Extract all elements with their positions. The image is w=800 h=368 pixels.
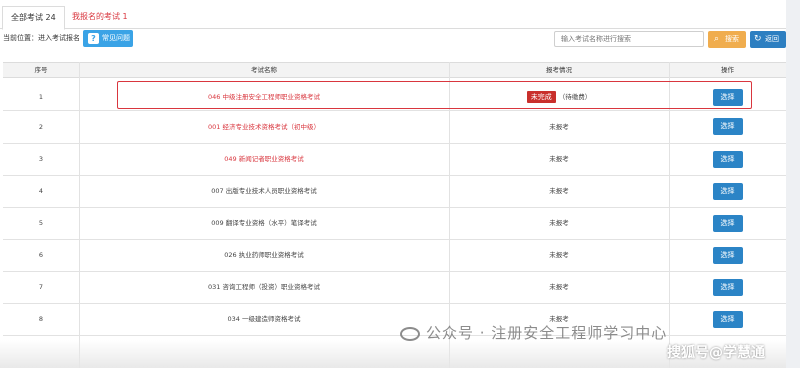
header-exam-name: 考试名称 [251, 66, 277, 74]
row-index: 8 [38, 315, 44, 323]
action-cell: 选择 [669, 244, 786, 264]
exam-registration-panel: 全部考试 24 我报名的考试 1 当前位置：进入考试报名 ? 常见问题 ⌕ 搜索… [0, 0, 786, 368]
exam-name: 031 咨询工程师（投资）职业资格考试 [208, 283, 320, 291]
tab-all-exams[interactable]: 全部考试 24 [2, 6, 65, 30]
action-cell: 选择 [669, 148, 786, 168]
status-text: 未报考 [549, 219, 569, 227]
back-button-label: 返回 [765, 35, 779, 43]
table-row: 2 001 经济专业技术资格考试（初中级） 未报考 选择 [3, 111, 786, 144]
tab-my-exams[interactable]: 我报名的考试 1 [64, 6, 136, 28]
help-icon: ? [88, 33, 99, 44]
watermark-sohu: 搜狐号@学慧通 [667, 345, 765, 361]
status-text: 未报考 [549, 123, 569, 131]
watermark-text-1: 公众号 · 注册安全工程师学习中心 [426, 324, 668, 342]
select-button[interactable]: 选择 [712, 311, 743, 328]
select-button[interactable]: 选择 [712, 183, 743, 200]
table-row: 6 026 执业药师职业资格考试 未报考 选择 [3, 240, 786, 272]
select-button[interactable]: 选择 [712, 215, 743, 232]
search-input[interactable] [554, 31, 704, 47]
row-index: 3 [38, 155, 44, 163]
help-button-label: 常见问题 [102, 34, 130, 42]
row-index: 2 [38, 123, 44, 131]
action-cell: 选择 [669, 115, 786, 135]
action-cell: 选择 [669, 308, 786, 328]
header-action: 操作 [721, 66, 734, 74]
search-icon: ⌕ [714, 34, 720, 44]
table-row: 7 031 咨询工程师（投资）职业资格考试 未报考 选择 [3, 272, 786, 304]
select-button[interactable]: 选择 [712, 247, 743, 264]
search-button-label: 搜索 [725, 35, 739, 43]
table-row: 3 049 新闻记者职业资格考试 未报考 选择 [3, 144, 786, 176]
refresh-icon: ↻ [754, 34, 762, 44]
table-row: 8 034 一级建造师资格考试 未报考 选择 [3, 304, 786, 336]
exam-name: 009 翻译专业资格（水平）笔译考试 [211, 219, 317, 227]
scrollbar[interactable] [786, 0, 800, 368]
row-index: 4 [38, 187, 44, 195]
row-index: 7 [38, 283, 44, 291]
back-button[interactable]: ↻ 返回 [750, 31, 786, 48]
status-text: 未报考 [549, 187, 569, 195]
select-button[interactable]: 选择 [712, 279, 743, 296]
action-cell: 选择 [669, 212, 786, 232]
row-index: 5 [38, 219, 44, 227]
row-index: 6 [38, 251, 44, 259]
status-text: 未报考 [549, 251, 569, 259]
exam-name: 049 新闻记者职业资格考试 [224, 155, 304, 163]
exam-name: 001 经济专业技术资格考试（初中级） [208, 123, 320, 131]
exam-name: 026 执业药师职业资格考试 [224, 251, 304, 259]
action-cell: 选择 [669, 276, 786, 296]
status-text: 未报考 [549, 283, 569, 291]
watermark-wechat: 公众号 · 注册安全工程师学习中心 [400, 322, 667, 343]
breadcrumb: 当前位置：进入考试报名 [3, 34, 80, 42]
header-status: 报考情况 [546, 66, 572, 74]
highlight-frame [117, 81, 752, 109]
help-button[interactable]: ? 常见问题 [83, 30, 133, 47]
table-row: 4 007 出版专业技术人员职业资格考试 未报考 选择 [3, 176, 786, 208]
status-text: 未报考 [549, 155, 569, 163]
table-row: 5 009 翻译专业资格（水平）笔译考试 未报考 选择 [3, 208, 786, 240]
select-button[interactable]: 选择 [712, 151, 743, 168]
exam-name: 034 一级建造师资格考试 [227, 315, 301, 323]
select-button[interactable]: 选择 [712, 118, 743, 135]
header-index: 序号 [34, 66, 48, 74]
search-button[interactable]: ⌕ 搜索 [708, 31, 746, 48]
tab-bar: 全部考试 24 我报名的考试 1 [0, 6, 786, 30]
exam-name: 007 出版专业技术人员职业资格考试 [211, 187, 317, 195]
wechat-logo-icon [400, 326, 420, 341]
action-cell: 选择 [669, 180, 786, 200]
